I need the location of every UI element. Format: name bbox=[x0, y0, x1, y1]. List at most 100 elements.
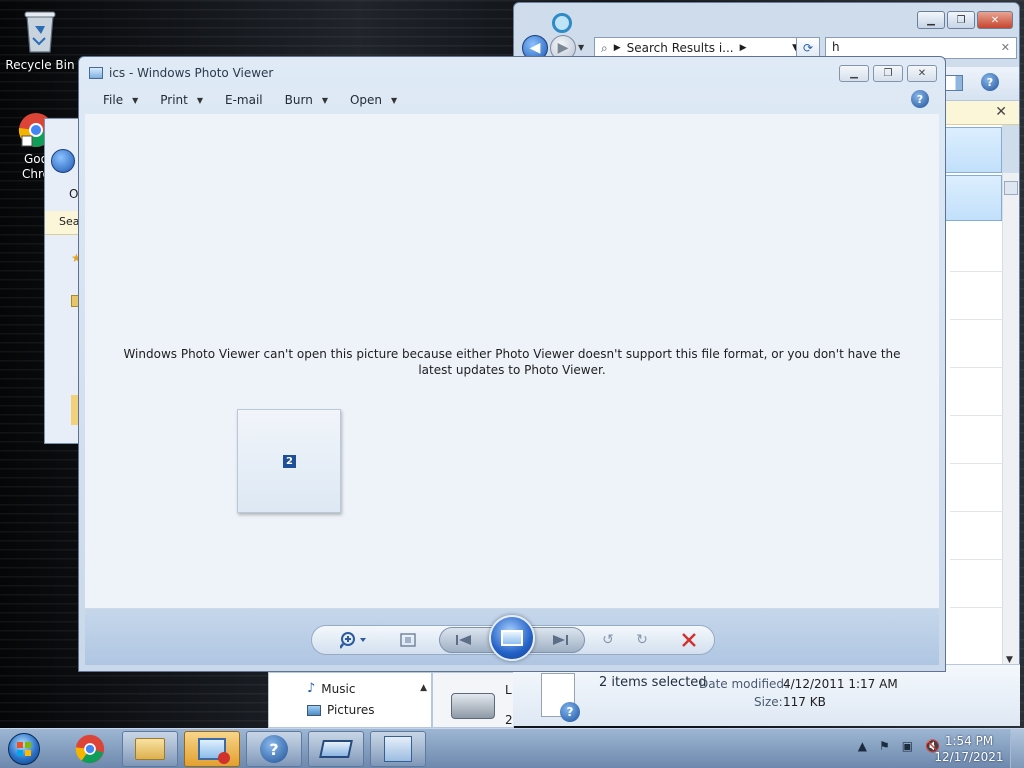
taskbar-chrome[interactable] bbox=[62, 731, 118, 767]
drive-partial-label: L bbox=[505, 683, 512, 697]
window-title: ics - Windows Photo Viewer bbox=[109, 66, 274, 80]
back-arrow-icon[interactable] bbox=[51, 149, 75, 173]
nav-item-label: Pictures bbox=[327, 703, 375, 717]
nav-item-label: Music bbox=[321, 681, 356, 696]
actual-size-button[interactable] bbox=[397, 631, 419, 649]
no-entry-badge-icon bbox=[218, 752, 230, 764]
clock-time: 1:54 PM bbox=[944, 734, 994, 748]
row-divider bbox=[950, 415, 1002, 416]
menu-print[interactable]: Print ▼ bbox=[160, 93, 203, 107]
selection-count: 2 items selected bbox=[599, 675, 707, 690]
taskbar-help-and-support[interactable]: ? bbox=[246, 731, 302, 767]
size-label: Size: bbox=[754, 695, 783, 709]
show-desktop-button[interactable] bbox=[1010, 729, 1024, 768]
missing-image-thumbnail: 2 bbox=[237, 409, 341, 513]
control-panel-icon bbox=[384, 736, 412, 762]
row-divider bbox=[950, 607, 1002, 608]
thumbnail-badge: 2 bbox=[282, 454, 297, 469]
zoom-icon bbox=[340, 632, 366, 649]
control-bar: ↺ ↻ bbox=[85, 609, 939, 665]
pictures-icon bbox=[307, 704, 321, 716]
action-center-flag-icon[interactable]: ⚑ bbox=[879, 739, 890, 753]
network-icon[interactable]: ▣ bbox=[902, 739, 913, 753]
folder-icon bbox=[135, 738, 165, 760]
drive-list-partial[interactable]: L 2 bbox=[432, 672, 514, 728]
search-input-value: h bbox=[832, 40, 840, 54]
size-value: 117 KB bbox=[783, 695, 826, 709]
left-infobar-text: Sea bbox=[59, 215, 80, 228]
scroll-up-arrow-icon[interactable]: ▲ bbox=[420, 683, 427, 693]
error-message: Windows Photo Viewer can't open this pic… bbox=[123, 347, 901, 377]
rotate-counterclockwise-button[interactable]: ↺ bbox=[597, 631, 619, 649]
vertical-scrollbar[interactable]: ▼ bbox=[1002, 173, 1019, 667]
explorer-maximize-button[interactable]: ❐ bbox=[947, 11, 975, 29]
slideshow-icon bbox=[501, 630, 523, 646]
slideshow-button[interactable] bbox=[489, 615, 535, 661]
menu-open[interactable]: Open ▼ bbox=[350, 93, 397, 107]
taskbar-remote-app[interactable] bbox=[308, 731, 364, 767]
scrollbar-thumb[interactable] bbox=[1004, 181, 1018, 195]
recent-pages-icon[interactable]: ▼ bbox=[578, 43, 584, 52]
taskbar-photo-viewer[interactable] bbox=[184, 731, 240, 767]
maximize-button[interactable]: ❐ bbox=[873, 65, 903, 82]
recycle-bin-shortcut[interactable]: Recycle Bin bbox=[4, 8, 76, 72]
recycle-bin-label: Recycle Bin bbox=[5, 58, 75, 72]
caption-buttons: ▁ ❐ ✕ bbox=[839, 65, 937, 82]
menu-file[interactable]: File ▼ bbox=[103, 93, 138, 107]
row-divider bbox=[950, 271, 1002, 272]
menu-label: Print bbox=[160, 93, 188, 107]
menu-label: Burn bbox=[284, 93, 313, 107]
infobar-close-icon[interactable]: ✕ bbox=[995, 104, 1007, 120]
date-modified-value: 4/12/2011 1:17 AM bbox=[783, 677, 898, 691]
actual-size-icon bbox=[400, 633, 416, 647]
nav-item-music[interactable]: ♪ Music bbox=[307, 681, 355, 696]
clock-date: 12/17/2021 bbox=[934, 750, 1004, 764]
menu-label: E-mail bbox=[225, 93, 263, 107]
previous-icon bbox=[456, 635, 471, 645]
help-icon[interactable]: ? bbox=[911, 90, 929, 108]
chevron-down-icon: ▼ bbox=[196, 95, 204, 105]
drive-icon bbox=[451, 693, 495, 719]
clear-search-icon[interactable]: ✕ bbox=[1001, 41, 1010, 54]
start-button[interactable] bbox=[4, 731, 44, 767]
row-divider bbox=[950, 319, 1002, 320]
music-icon: ♪ bbox=[307, 681, 316, 696]
photo-viewer-icon bbox=[198, 738, 230, 764]
system-clock[interactable]: 1:54 PM 12/17/2021 bbox=[934, 733, 1004, 765]
delete-button[interactable] bbox=[677, 631, 701, 649]
date-modified-label: Date modified: bbox=[699, 677, 789, 691]
search-icon: ⌕ bbox=[601, 40, 608, 55]
previous-button[interactable] bbox=[451, 631, 477, 649]
show-hidden-icons-icon[interactable]: ▲ bbox=[858, 739, 867, 753]
explorer-caption-buttons: ▁ ❐ ✕ bbox=[917, 11, 1013, 29]
drive-partial-label: 2 bbox=[505, 713, 513, 727]
recycle-bin-icon bbox=[23, 8, 57, 54]
close-button[interactable]: ✕ bbox=[907, 65, 937, 82]
chevron-down-icon: ▼ bbox=[321, 95, 328, 105]
taskbar-windows-explorer[interactable] bbox=[122, 731, 178, 767]
rotate-clockwise-button[interactable]: ↻ bbox=[631, 631, 653, 649]
navigation-tree[interactable]: ♪ Music Pictures ▲ bbox=[268, 672, 432, 728]
rotate-right-icon: ↻ bbox=[636, 632, 648, 648]
row-divider bbox=[950, 463, 1002, 464]
photo-viewer-window[interactable]: ics - Windows Photo Viewer ▁ ❐ ✕ File ▼ P… bbox=[78, 56, 946, 672]
minimize-button[interactable]: ▁ bbox=[839, 65, 869, 82]
address-chevron-icon: ▶ bbox=[739, 43, 747, 53]
taskbar: ? ▲ ⚑ ▣ 🔇 1:54 PM 12/17/2021 bbox=[0, 728, 1024, 768]
preview-pane-icon[interactable] bbox=[945, 75, 963, 91]
explorer-close-button[interactable]: ✕ bbox=[977, 11, 1013, 29]
menu-label: Open bbox=[349, 93, 383, 107]
taskbar-control-panel[interactable] bbox=[370, 731, 426, 767]
explorer-minimize-button[interactable]: ▁ bbox=[917, 11, 945, 29]
next-button[interactable] bbox=[547, 631, 573, 649]
menu-email[interactable]: E-mail bbox=[225, 93, 263, 107]
row-divider bbox=[950, 559, 1002, 560]
address-text: Search Results i... bbox=[626, 41, 734, 55]
chevron-down-icon: ▼ bbox=[132, 95, 139, 105]
menu-burn[interactable]: Burn ▼ bbox=[285, 93, 328, 107]
next-icon bbox=[553, 635, 568, 645]
help-icon[interactable]: ? bbox=[981, 73, 999, 91]
nav-item-pictures[interactable]: Pictures bbox=[307, 703, 375, 717]
chevron-down-icon: ▼ bbox=[391, 95, 398, 105]
zoom-button[interactable] bbox=[337, 631, 371, 649]
